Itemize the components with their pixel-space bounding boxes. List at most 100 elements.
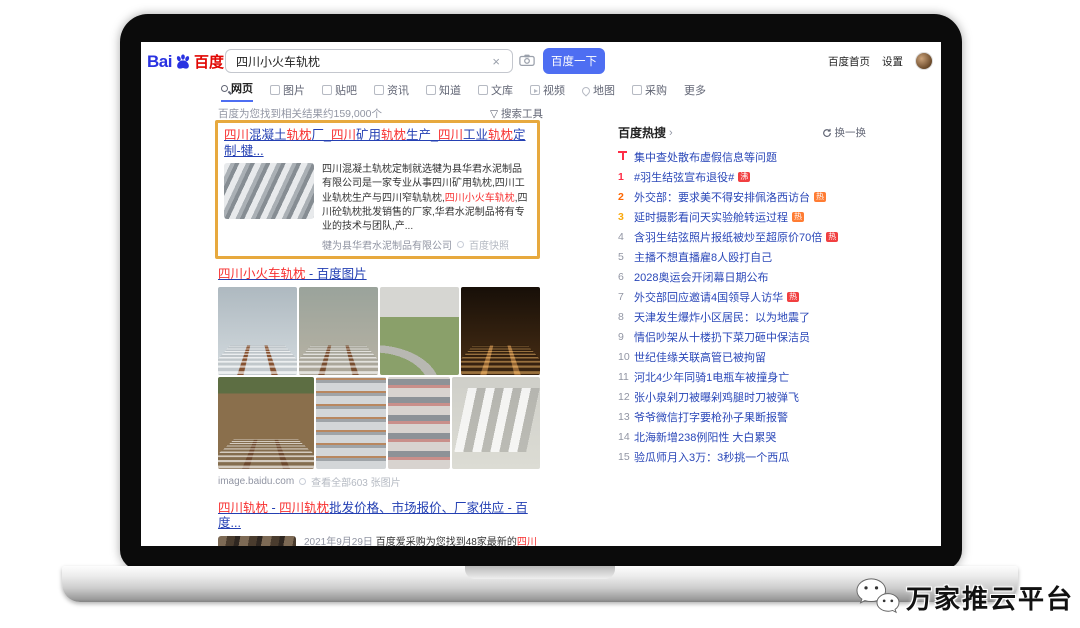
image-result-thumbnail[interactable]: [218, 377, 314, 469]
result-description: 2021年9月29日 百度爱采购为您找到48家最新的四川轨枕产品的详细参数、实时…: [304, 536, 540, 546]
hot-search-item[interactable]: 12 张小泉剁刀被曝剁鸡腿时刀被弹飞: [618, 387, 880, 407]
results-count: 百度为您找到相关结果约159,000个: [218, 106, 382, 121]
hot-search-rank: 9: [618, 331, 634, 343]
pinned-top-icon: [618, 151, 627, 160]
hot-search-item[interactable]: 3 延时摄影看问天实验舱转运过程 热: [618, 207, 880, 227]
hot-search-item[interactable]: 集中查处散布虚假信息等问题: [618, 147, 880, 167]
hot-search-rank: 15: [618, 451, 634, 463]
view-all-images-link[interactable]: 查看全部603 张图片: [311, 474, 400, 489]
hot-search-item[interactable]: 1 #羽生结弦宣布退役# 沸: [618, 167, 880, 187]
tab-地图[interactable]: 地图: [582, 82, 615, 102]
hot-search-text: 含羽生结弦照片报纸被炒至超原价70倍: [634, 229, 822, 245]
video-icon: [530, 85, 540, 95]
hot-search-text: 验瓜师月入3万：3秒挑一个西瓜: [634, 449, 789, 465]
hot-search-item[interactable]: 9 情侣吵架从十楼扔下菜刀砸中保洁员: [618, 327, 880, 347]
hot-search-item[interactable]: 5 主播不想直播雇8人殴打自己: [618, 247, 880, 267]
highlighted-result: 四川混凝土轨枕厂_四川矿用轨枕生产_四川工业轨枕定制-犍... 四川混凝土轨枕定…: [215, 120, 540, 259]
result-source[interactable]: 犍为县华君水泥制品有限公司: [322, 237, 452, 252]
image-result-thumbnail[interactable]: [316, 377, 386, 469]
tab-贴吧[interactable]: 贴吧: [322, 82, 357, 102]
hot-search-item[interactable]: 6 2028奥运会开闭幕日期公布: [618, 267, 880, 287]
hot-search-text: 集中查处散布虚假信息等问题: [634, 149, 777, 165]
image-result-thumbnail[interactable]: [452, 377, 540, 469]
hot-search-item[interactable]: 8 天津发生爆炸小区居民：以为地震了: [618, 307, 880, 327]
hot-search-title[interactable]: 百度热搜: [618, 124, 666, 141]
tab-采购[interactable]: 采购: [632, 82, 667, 102]
image-result-thumbnail[interactable]: [299, 287, 378, 375]
search-tools-button[interactable]: ▽ 搜索工具: [490, 106, 543, 121]
tab-图片[interactable]: 图片: [270, 82, 305, 102]
hot-search-text: 延时摄影看问天实验舱转运过程: [634, 209, 788, 225]
hot-search-rank: 2: [618, 191, 634, 203]
hot-search-text: 世纪佳缘关联高管已被拘留: [634, 349, 766, 365]
settings-link[interactable]: 设置: [882, 54, 903, 69]
user-avatar[interactable]: [915, 52, 933, 70]
hot-search-text: 张小泉剁刀被曝剁鸡腿时刀被弹飞: [634, 389, 799, 405]
search-result: 四川轨枕 - 四川轨枕批发价格、市场报价、厂家供应 - 百度... 2021年9…: [218, 501, 540, 546]
baidu-paw-icon: [173, 52, 193, 72]
hot-search-item[interactable]: 10 世纪佳缘关联高管已被拘留: [618, 347, 880, 367]
image-result-thumbnail[interactable]: [388, 377, 450, 469]
search-box[interactable]: ×: [225, 49, 513, 73]
page: Bai 百度 ×: [0, 0, 1080, 628]
hot-search-text: 天津发生爆炸小区居民：以为地震了: [634, 309, 810, 325]
snapshot-link[interactable]: 百度快照: [469, 237, 509, 252]
generic-icon: [426, 85, 436, 95]
tab-更多[interactable]: 更多: [684, 82, 706, 102]
laptop-notch: [465, 566, 615, 579]
hot-search-item[interactable]: 13 爷爷微信打字要枪孙子果断报警: [618, 407, 880, 427]
images-block-title-link[interactable]: 四川小火车轨枕 - 百度图片: [218, 267, 540, 283]
hot-search-item[interactable]: 15 验瓜师月入3万：3秒挑一个西瓜: [618, 447, 880, 467]
hot-search-item[interactable]: 11 河北4少年同骑1电瓶车被撞身亡: [618, 367, 880, 387]
baidu-home-link[interactable]: 百度首页: [828, 54, 870, 69]
hot-search-rank: 1: [618, 171, 634, 183]
tab-文库[interactable]: 文库: [478, 82, 513, 102]
hot-search-text: 2028奥运会开闭幕日期公布: [634, 269, 768, 285]
tab-网页[interactable]: 网页: [221, 80, 253, 102]
images-source[interactable]: image.baidu.com: [218, 476, 294, 487]
hot-search-text: 河北4少年同骑1电瓶车被撞身亡: [634, 369, 789, 385]
generic-icon: [270, 85, 280, 95]
hot-search-rank: 10: [618, 351, 634, 363]
hot-search-badge: 热: [826, 232, 838, 243]
hot-search-item[interactable]: 2 外交部：要求美不得安排佩洛西访台 热: [618, 187, 880, 207]
watermark-text: 万家推云平台: [906, 579, 1074, 616]
image-result-thumbnail[interactable]: [461, 287, 540, 375]
hot-search-item[interactable]: 7 外交部回应邀请4国领导人访华 热: [618, 287, 880, 307]
camera-search-icon[interactable]: [519, 53, 535, 67]
view-all-icon: [299, 478, 306, 485]
result-thumbnail[interactable]: [218, 536, 296, 546]
image-result-thumbnail[interactable]: [380, 287, 459, 375]
hot-search-rank: 3: [618, 211, 634, 223]
tab-知道[interactable]: 知道: [426, 82, 461, 102]
hot-search-badge: 热: [787, 292, 799, 303]
generic-icon: [374, 85, 384, 95]
tab-资讯[interactable]: 资讯: [374, 82, 409, 102]
refresh-hot-search-button[interactable]: 换一换: [822, 125, 867, 140]
hot-search-rank: 4: [618, 231, 634, 243]
laptop-bezel: Bai 百度 ×: [120, 14, 962, 570]
hot-search-item[interactable]: 4 含羽生结弦照片报纸被炒至超原价70倍 热: [618, 227, 880, 247]
result-thumbnail[interactable]: [224, 163, 314, 219]
wechat-icon: [854, 576, 900, 618]
hot-search-rank: 13: [618, 411, 634, 423]
tab-视频[interactable]: 视频: [530, 82, 565, 102]
hot-search-rank: 6: [618, 271, 634, 283]
watermark: 万家推云平台: [854, 576, 1074, 618]
hot-search-rank: 5: [618, 251, 634, 263]
hot-search-rank: 8: [618, 311, 634, 323]
search-input[interactable]: [234, 53, 492, 69]
result-title-link[interactable]: 四川混凝土轨枕厂_四川矿用轨枕生产_四川工业轨枕定制-犍...: [224, 128, 531, 159]
result-title-link[interactable]: 四川轨枕 - 四川轨枕批发价格、市场报价、厂家供应 - 百度...: [218, 501, 540, 532]
hot-search-item[interactable]: 14 北海新增238例阳性 大白累哭: [618, 427, 880, 447]
vertical-tabs: 网页 图片 贴吧 资讯 知道 文库 视频 地图 采购 更多: [221, 84, 706, 102]
hot-search-badge: 沸: [738, 172, 750, 183]
baidu-logo[interactable]: Bai 百度: [147, 51, 224, 72]
hot-search-text: 爷爷微信打字要枪孙子果断报警: [634, 409, 788, 425]
search-submit-button[interactable]: 百度一下: [543, 48, 605, 74]
hot-search-rank: [618, 151, 634, 163]
clear-icon[interactable]: ×: [492, 54, 500, 69]
hot-search-text: 外交部回应邀请4国领导人访华: [634, 289, 783, 305]
hot-search-rank: 11: [618, 371, 634, 383]
image-result-thumbnail[interactable]: [218, 287, 297, 375]
